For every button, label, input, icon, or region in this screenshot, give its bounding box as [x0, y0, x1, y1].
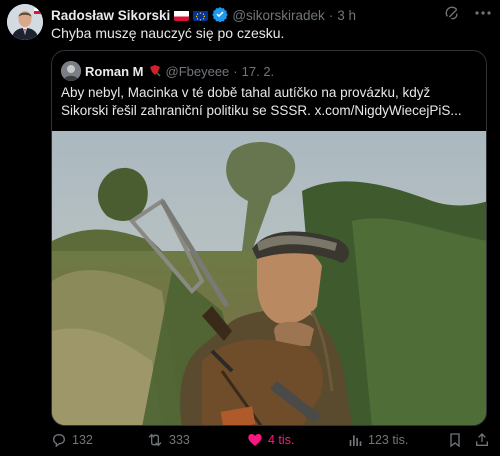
reply-button[interactable]: 132: [51, 432, 93, 448]
quoted-post[interactable]: Roman M @Fbeyeee · 17. 2. Aby nebyl, Mac…: [51, 50, 487, 426]
share-icon: [474, 432, 490, 448]
share-button[interactable]: [474, 432, 490, 448]
views-count: 123 tis.: [368, 433, 409, 447]
post-top-actions: [444, 5, 492, 26]
repost-button[interactable]: 333: [146, 432, 190, 448]
like-count: 4 tis.: [268, 433, 295, 447]
repost-icon: [146, 432, 164, 448]
post-header: Radosław Sikorski @sikorskiradek · 3 h: [51, 6, 356, 24]
views-icon: [347, 432, 363, 448]
quoted-avatar: [61, 61, 81, 81]
quoted-photo[interactable]: [52, 131, 487, 426]
views-button[interactable]: 123 tis.: [347, 432, 408, 448]
quoted-author-handle: @Fbeyeee: [165, 63, 230, 79]
author-name[interactable]: Radosław Sikorski: [51, 8, 170, 23]
like-button[interactable]: 4 tis.: [247, 432, 294, 448]
author-handle[interactable]: @sikorskiradek: [232, 8, 324, 23]
more-icon[interactable]: [474, 5, 492, 26]
eu-flag-icon: [193, 10, 209, 21]
verified-badge-icon: [212, 6, 229, 25]
reply-icon: [51, 432, 67, 448]
grok-icon[interactable]: [444, 5, 460, 26]
poland-flag-icon: [174, 10, 190, 21]
post-actions: 132 333 4 tis. 123 tis.: [51, 432, 491, 450]
post-time[interactable]: 3 h: [337, 8, 356, 23]
bookmark-icon: [447, 432, 463, 448]
post: Radosław Sikorski @sikorskiradek · 3 h C…: [0, 0, 500, 456]
rose-icon: [148, 63, 162, 80]
heart-icon: [247, 432, 263, 448]
quoted-date: 17. 2.: [241, 63, 275, 79]
author-avatar[interactable]: [7, 4, 43, 40]
repost-count: 333: [169, 433, 190, 447]
separator-dot: ·: [233, 63, 238, 79]
post-text: Chyba muszę nauczyć się po czesku.: [51, 25, 285, 41]
quoted-header: Roman M @Fbeyeee · 17. 2.: [61, 61, 274, 81]
quoted-author-name: Roman M: [85, 63, 144, 79]
bookmark-button[interactable]: [447, 432, 463, 448]
quoted-text: Aby nebyl, Macinka v té době tahal autíč…: [61, 85, 462, 118]
separator-dot: ·: [328, 7, 334, 23]
reply-count: 132: [72, 433, 93, 447]
